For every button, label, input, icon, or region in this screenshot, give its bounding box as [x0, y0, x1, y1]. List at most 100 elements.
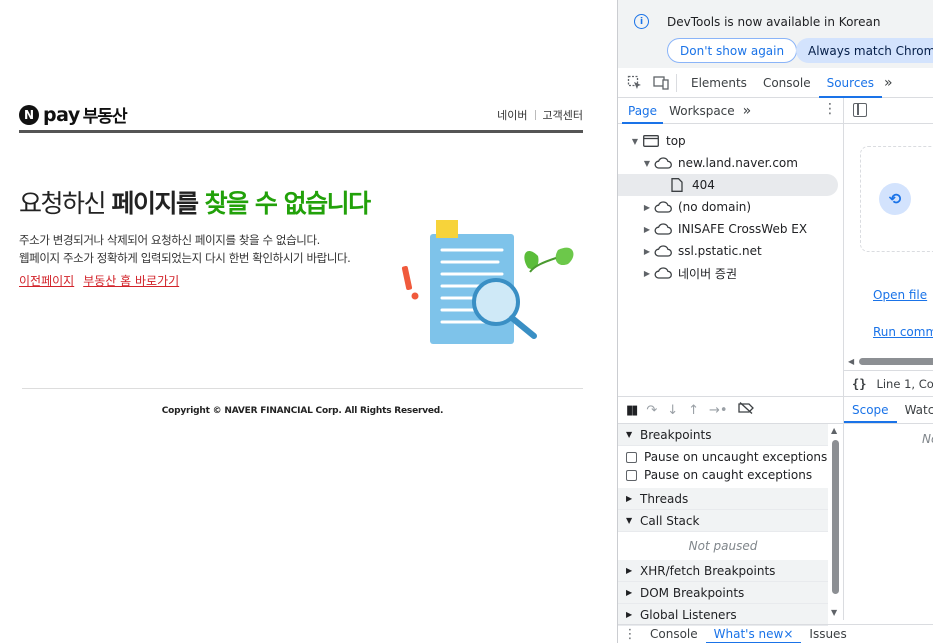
- expand-arrow-icon: ▼: [643, 158, 651, 168]
- run-command-link[interactable]: Run comma: [873, 325, 933, 339]
- tab-elements[interactable]: Elements: [683, 68, 755, 98]
- collapse-arrow-icon: ▶: [626, 494, 633, 503]
- collapse-arrow-icon: ▶: [626, 588, 633, 597]
- drawer-tab-console[interactable]: Console: [642, 627, 706, 641]
- error-page: N pay 부동산 네이버 고객센터 요청하신 페이지를 찾을 수 없습니다 주…: [0, 0, 617, 643]
- section-dom-breakpoints[interactable]: ▶ DOM Breakpoints: [618, 582, 828, 604]
- step-into-icon[interactable]: ↓: [667, 403, 678, 418]
- more-subtabs-icon[interactable]: »: [741, 98, 754, 124]
- section-threads[interactable]: ▶ Threads: [618, 488, 828, 510]
- headline-part3: 찾을 수 없습니다: [197, 189, 371, 218]
- scroll-thumb[interactable]: [859, 358, 933, 365]
- pause-resume-icon[interactable]: ▮▮: [626, 403, 638, 418]
- cloud-icon: [654, 156, 672, 170]
- scroll-up-icon[interactable]: ▲: [831, 426, 837, 435]
- editor-toolbar: [844, 98, 933, 124]
- always-match-chrome-button[interactable]: Always match Chrome's: [796, 38, 933, 63]
- tab-workspace[interactable]: Workspace: [663, 98, 741, 124]
- n-logo-badge: N: [19, 104, 39, 125]
- pause-caught-checkbox[interactable]: Pause on caught exceptions: [618, 466, 828, 484]
- tree-item-no-domain[interactable]: ▶ (no domain): [618, 196, 843, 218]
- close-icon[interactable]: ×: [783, 627, 793, 641]
- logo-brand-text: 부동산: [82, 107, 128, 127]
- tree-item-label: top: [666, 134, 686, 148]
- step-out-icon[interactable]: ↑: [688, 403, 699, 418]
- checkbox-icon[interactable]: [626, 469, 637, 481]
- collapse-arrow-icon: ▶: [643, 202, 651, 212]
- tab-scope[interactable]: Scope: [844, 397, 897, 423]
- pause-uncaught-checkbox[interactable]: Pause on uncaught exceptions: [618, 448, 828, 466]
- dont-show-again-button[interactable]: Don't show again: [667, 38, 798, 63]
- cloud-icon: [654, 266, 672, 280]
- collapse-arrow-icon: ▶: [643, 268, 651, 278]
- frame-icon: [642, 134, 660, 148]
- toolbar-divider: [676, 73, 677, 92]
- tab-console[interactable]: Console: [755, 68, 819, 98]
- description-line-1: 주소가 변경되거나 삭제되어 요청하신 페이지를 찾을 수 없습니다.: [19, 233, 320, 247]
- section-global-listeners[interactable]: ▶ Global Listeners: [618, 604, 828, 626]
- scope-pane: Scope Watch No: [843, 396, 933, 620]
- section-label: Threads: [640, 491, 689, 506]
- tree-item-inisafe[interactable]: ▶ INISAFE CrossWeb EX: [618, 218, 843, 240]
- editor-status-bar: {} Line 1, Co: [844, 370, 933, 396]
- navigator-menu-icon[interactable]: ⋮: [823, 101, 837, 117]
- section-label: DOM Breakpoints: [640, 585, 745, 600]
- not-found-illustration: [401, 220, 574, 344]
- scroll-down-icon[interactable]: ▼: [831, 608, 837, 617]
- tree-item-top[interactable]: ▼ top: [618, 130, 843, 152]
- scroll-thumb[interactable]: [832, 440, 839, 594]
- tab-watch[interactable]: Watch: [897, 397, 933, 423]
- scope-tabs: Scope Watch: [844, 396, 933, 424]
- section-xhr-breakpoints[interactable]: ▶ XHR/fetch Breakpoints: [618, 560, 828, 582]
- tree-item-naver-stock[interactable]: ▶ 네이버 증권: [618, 262, 843, 284]
- drawer-menu-icon[interactable]: ⋮: [618, 627, 642, 642]
- naver-link[interactable]: 네이버: [497, 107, 527, 123]
- deactivate-breakpoints-icon[interactable]: [737, 402, 754, 418]
- section-label: Call Stack: [640, 513, 700, 528]
- link-divider: [534, 110, 536, 120]
- tree-item-label: ssl.pstatic.net: [678, 244, 762, 258]
- sources-navigator-tabs: Page Workspace »: [618, 98, 843, 124]
- tree-item-file-404[interactable]: 404: [618, 174, 838, 196]
- tree-item-pstatic[interactable]: ▶ ssl.pstatic.net: [618, 240, 843, 262]
- error-links: 이전페이지 부동산 홈 바로가기: [19, 272, 179, 289]
- infobar-message: DevTools is now available in Korean: [667, 15, 881, 29]
- drawer-tab-whats-new[interactable]: What's new×: [705, 625, 802, 643]
- debugger-vertical-scrollbar[interactable]: ▲ ▼: [828, 424, 843, 620]
- editor-area: ⟲ Open file Run comma ◀ {} Line 1, Co: [843, 98, 933, 396]
- top-links: 네이버 고객센터: [497, 107, 583, 123]
- toggle-navigator-icon[interactable]: [853, 103, 867, 117]
- checkbox-label: Pause on uncaught exceptions: [644, 450, 828, 464]
- step-icon[interactable]: →•: [709, 403, 728, 418]
- customer-center-link[interactable]: 고객센터: [543, 107, 583, 123]
- cursor-position: Line 1, Co: [876, 376, 933, 391]
- file-icon: [668, 178, 686, 192]
- checkbox-icon[interactable]: [626, 451, 637, 463]
- realestate-home-link[interactable]: 부동산 홈 바로가기: [83, 272, 179, 289]
- open-file-link[interactable]: Open file: [873, 288, 927, 302]
- editor-horizontal-scrollbar[interactable]: ◀: [844, 354, 933, 368]
- inspect-element-icon[interactable]: [626, 74, 644, 92]
- scroll-left-icon[interactable]: ◀: [848, 357, 854, 366]
- checkbox-label: Pause on caught exceptions: [644, 468, 813, 482]
- expand-arrow-icon: ▼: [631, 136, 639, 146]
- step-over-icon[interactable]: ↷: [646, 403, 657, 418]
- pretty-print-icon[interactable]: {}: [852, 377, 866, 391]
- tree-item-domain[interactable]: ▼ new.land.naver.com: [618, 152, 843, 174]
- tree-item-label: (no domain): [678, 200, 752, 214]
- file-tree: ▼ top ▼ new.land.naver.com 404 ▶ (no dom…: [618, 130, 843, 284]
- tab-page[interactable]: Page: [622, 98, 664, 124]
- expand-arrow-icon: ▼: [626, 516, 633, 525]
- previous-page-link[interactable]: 이전페이지: [19, 272, 74, 289]
- drawer-tab-issues[interactable]: Issues: [801, 627, 854, 641]
- section-label: XHR/fetch Breakpoints: [640, 563, 776, 578]
- more-tabs-icon[interactable]: »: [882, 68, 895, 98]
- language-infobar: i DevTools is now available in Korean Do…: [618, 0, 933, 68]
- naver-pay-realestate-logo[interactable]: N pay 부동산: [19, 102, 128, 127]
- collapse-arrow-icon: ▶: [626, 610, 633, 619]
- tab-sources[interactable]: Sources: [818, 68, 883, 98]
- section-call-stack[interactable]: ▼ Call Stack: [618, 510, 828, 532]
- device-toolbar-icon[interactable]: [652, 74, 670, 92]
- section-breakpoints[interactable]: ▼ Breakpoints: [618, 424, 828, 446]
- headline-part1: 요청하신: [19, 189, 112, 218]
